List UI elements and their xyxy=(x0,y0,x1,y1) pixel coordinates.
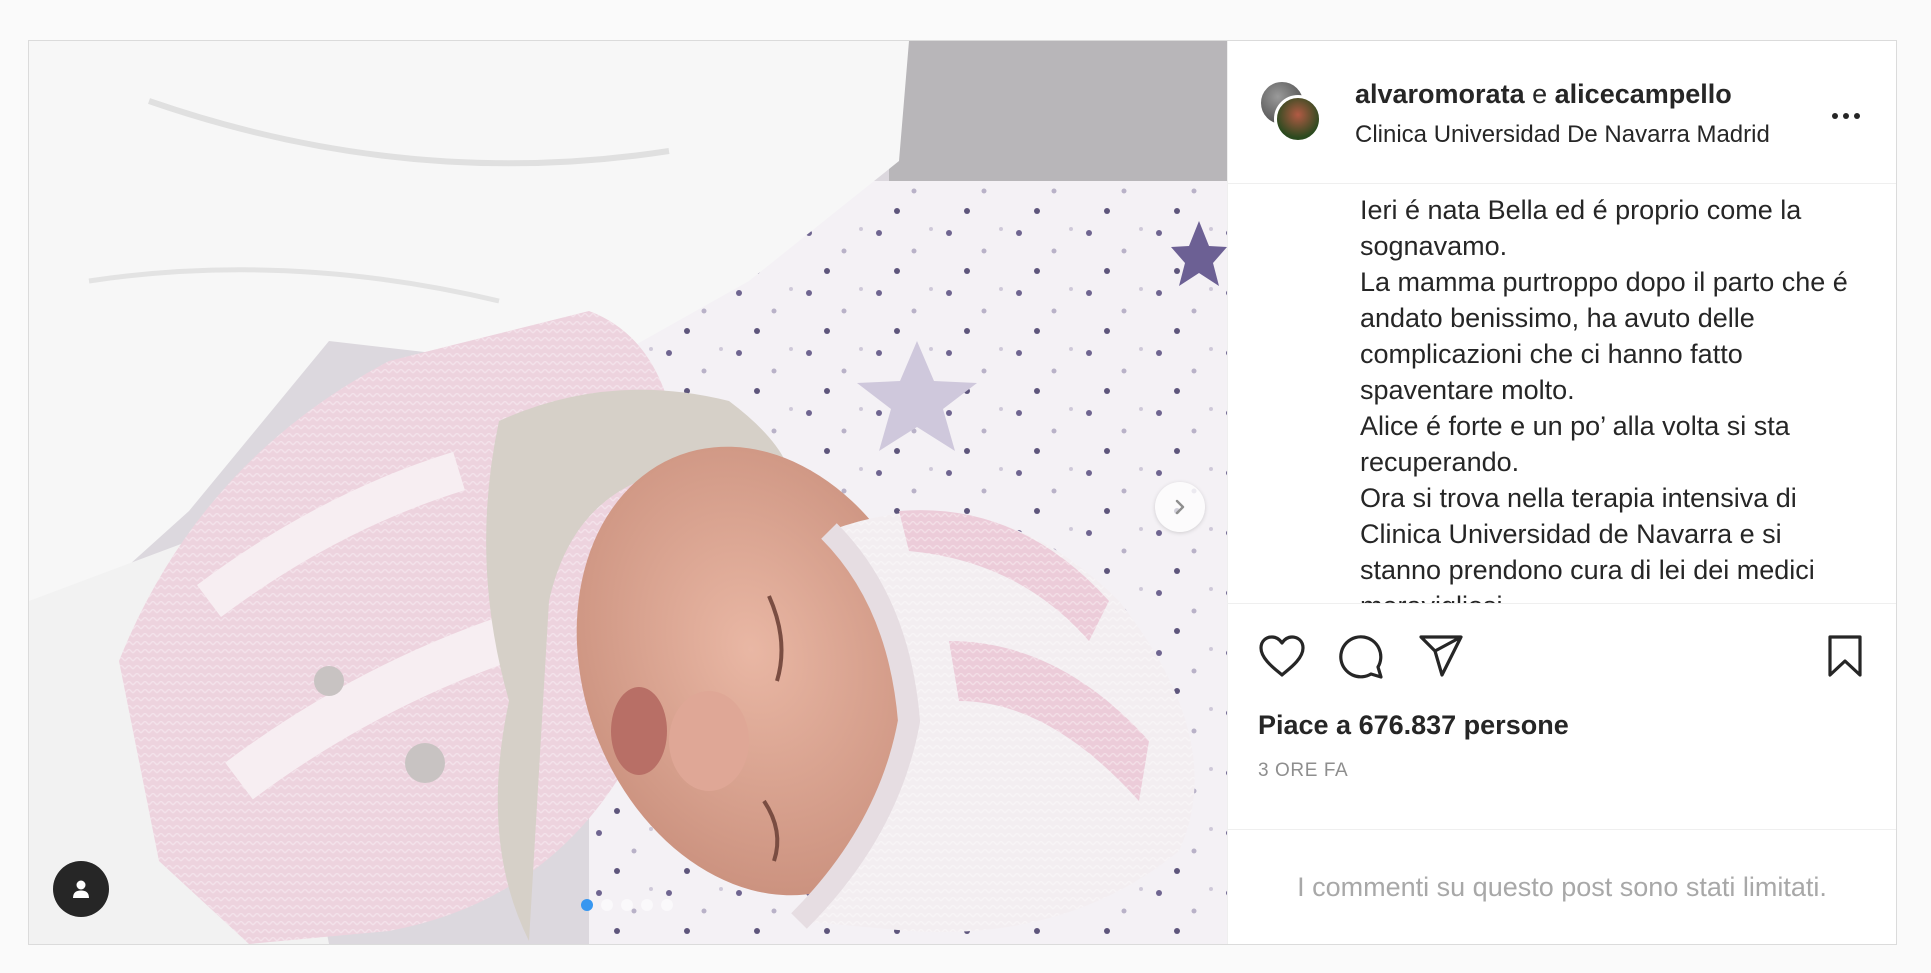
carousel-indicator xyxy=(581,899,673,911)
post-media[interactable] xyxy=(29,41,1227,944)
comments-limited-notice: I commenti su questo post sono stati lim… xyxy=(1228,829,1896,944)
carousel-dot[interactable] xyxy=(621,899,633,911)
post-timestamp[interactable]: 3 ORE FA xyxy=(1228,760,1896,829)
post-header: alvaromorata e alicecampello Clinica Uni… xyxy=(1228,41,1896,184)
comment-button[interactable] xyxy=(1338,634,1384,685)
carousel-next-button[interactable] xyxy=(1155,482,1205,532)
carousel-dot[interactable] xyxy=(601,899,613,911)
caption-line: Ieri é nata Bella ed é proprio come la s… xyxy=(1360,195,1802,261)
bookmark-icon xyxy=(1828,635,1862,677)
carousel-dot[interactable] xyxy=(581,899,593,911)
caption-line: La mamma purtroppo dopo il parto che é a… xyxy=(1360,267,1848,405)
post-actions xyxy=(1228,604,1896,710)
carousel-dot[interactable] xyxy=(641,899,653,911)
location-link[interactable]: Clinica Universidad De Navarra Madrid xyxy=(1355,121,1780,149)
post-card: alvaromorata e alicecampello Clinica Uni… xyxy=(28,40,1897,945)
collaborator-avatar[interactable] xyxy=(1274,95,1322,143)
caption-line: Alice é forte e un po’ alla volta si sta… xyxy=(1360,411,1790,477)
user-tag-icon xyxy=(73,880,89,898)
carousel-dot[interactable] xyxy=(661,899,673,911)
comments-limited-text: I commenti su questo post sono stati lim… xyxy=(1297,871,1827,902)
tagged-users-button[interactable] xyxy=(53,861,109,917)
paper-plane-icon xyxy=(1419,635,1463,677)
comment-bubble-icon xyxy=(1339,635,1383,679)
post-sidebar: alvaromorata e alicecampello Clinica Uni… xyxy=(1227,41,1896,944)
post-owners: alvaromorata e alicecampello xyxy=(1355,79,1732,110)
more-options-button[interactable] xyxy=(1832,107,1860,125)
likes-count[interactable]: Piace a 676.837 persone xyxy=(1228,710,1896,760)
post-caption: Ieri é nata Bella ed é proprio come la s… xyxy=(1228,184,1896,604)
owner-username-link[interactable]: alvaromorata xyxy=(1355,79,1525,109)
share-button[interactable] xyxy=(1418,634,1464,683)
caption-line: Ora si trova nella terapia intensiva di … xyxy=(1360,483,1815,603)
more-options-icon xyxy=(1832,113,1838,119)
heart-icon xyxy=(1259,635,1305,677)
like-button[interactable] xyxy=(1258,634,1306,683)
collaborator-username-link[interactable]: alicecampello xyxy=(1555,79,1732,109)
owners-joiner: e xyxy=(1532,79,1548,109)
baby-photo xyxy=(29,41,1227,944)
chevron-right-icon xyxy=(1175,499,1185,515)
save-button[interactable] xyxy=(1826,634,1864,683)
